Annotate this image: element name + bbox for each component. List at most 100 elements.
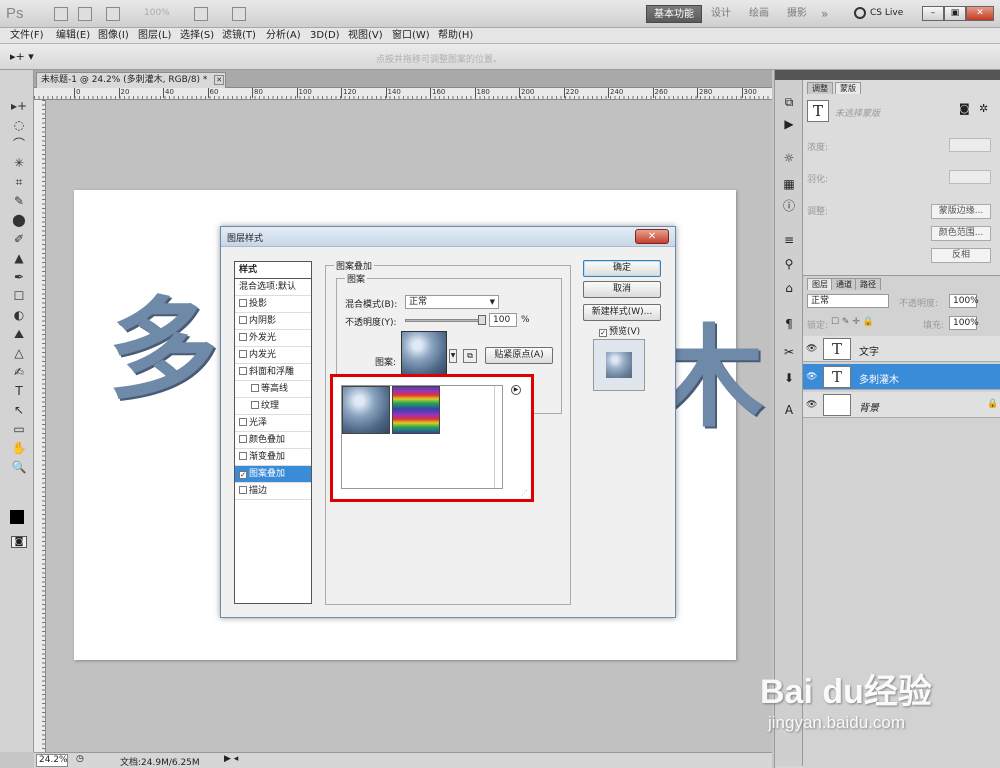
style-item[interactable]: 投影 [235, 296, 311, 313]
visibility-eye-icon[interactable]: 👁 [806, 372, 817, 382]
style-checkbox[interactable] [239, 333, 247, 341]
mask-edge-button[interactable]: 蒙版边缘... [931, 204, 991, 219]
pixel-mask-icon[interactable]: ◙ [959, 102, 970, 115]
style-item[interactable]: 内阴影 [235, 313, 311, 330]
minibridge-icon[interactable] [78, 7, 92, 21]
panel-shortcut-icon[interactable]: ▶ [781, 116, 797, 132]
style-checkbox[interactable] [239, 435, 247, 443]
new-preset-icon[interactable]: ⧉ [463, 349, 477, 363]
blend-mode-select[interactable]: 正常 ▼ [405, 295, 499, 309]
menu-analysis[interactable]: 分析(A) [266, 29, 301, 43]
feather-field[interactable] [949, 170, 991, 184]
minimize-button[interactable]: – [922, 6, 944, 21]
snap-to-origin-button[interactable]: 贴紧原点(A) [485, 347, 553, 364]
style-checkbox[interactable]: ✓ [239, 471, 247, 479]
preview-checkbox-box[interactable]: ✓ [599, 329, 607, 337]
ok-button[interactable]: 确定 [583, 260, 661, 277]
move-tool-icon[interactable]: ▸+ [11, 98, 27, 114]
opacity-field[interactable]: 100 [489, 313, 517, 327]
arrange-documents-icon[interactable] [194, 7, 208, 21]
hand-tool-icon[interactable]: ✋ [11, 440, 27, 456]
new-style-button[interactable]: 新建样式(W)... [583, 304, 661, 321]
cs-live-menu[interactable]: CS Live [870, 8, 903, 18]
style-checkbox[interactable] [251, 384, 259, 392]
pattern-dropdown-arrow-icon[interactable]: ▼ [449, 349, 457, 363]
extras-icon[interactable] [106, 7, 120, 21]
style-checkbox[interactable] [239, 299, 247, 307]
style-checkbox[interactable] [239, 367, 247, 375]
workspace-painting[interactable]: 绘画 [742, 5, 776, 23]
bridge-icon[interactable] [54, 7, 68, 21]
color-range-button[interactable]: 颜色范围... [931, 226, 991, 241]
opacity-slider-track[interactable] [405, 315, 486, 325]
panel-shortcut-icon[interactable]: ¶ [781, 316, 797, 332]
move-tool-preset-icon[interactable]: ▸+ ▾ [10, 50, 34, 63]
blur-tool-icon[interactable]: ⛰ [11, 326, 27, 342]
close-window-button[interactable]: ✕ [966, 6, 994, 21]
dialog-titlebar[interactable]: 图层样式 ✕ [221, 227, 675, 247]
panel-shortcut-icon[interactable]: ⓘ [781, 198, 797, 214]
brush-tool-icon[interactable]: ✐ [11, 231, 27, 247]
style-item[interactable]: 渐变叠加 [235, 449, 311, 466]
foreground-color-swatch[interactable] [10, 510, 24, 524]
vector-mask-icon[interactable]: ✲ [979, 102, 988, 115]
document-tab[interactable]: 未标题-1 @ 24.2% (多刺灌木, RGB/8) * ✕ [36, 72, 226, 88]
style-checkbox[interactable] [239, 452, 247, 460]
style-item[interactable]: 内发光 [235, 347, 311, 364]
layer-row[interactable]: 👁 背景 🔒 [803, 392, 1000, 418]
panel-shortcut-icon[interactable]: ▦ [781, 176, 797, 192]
tab-masks[interactable]: 蒙版 [835, 82, 861, 94]
quick-mask-icon[interactable]: ◙ [11, 536, 27, 548]
lock-icons[interactable]: ☐ ✎ ✛ 🔒 [831, 317, 874, 327]
close-tab-icon[interactable]: ✕ [214, 75, 225, 85]
style-checkbox[interactable] [239, 350, 247, 358]
eraser-tool-icon[interactable]: ☐ [11, 288, 27, 304]
tab-layers[interactable]: 图层 [807, 278, 833, 290]
tab-adjustments[interactable]: 调整 [807, 82, 833, 94]
menu-select[interactable]: 选择(S) [180, 29, 214, 43]
style-item[interactable]: 颜色叠加 [235, 432, 311, 449]
layer-blend-mode-select[interactable]: 正常 [807, 294, 889, 308]
quick-select-tool-icon[interactable]: ✳ [11, 155, 27, 171]
restore-button[interactable]: ▣ [944, 6, 966, 21]
panel-shortcut-icon[interactable]: A [781, 402, 797, 418]
stamp-tool-icon[interactable]: ▲ [11, 250, 27, 266]
style-checkbox[interactable] [251, 401, 259, 409]
panel-shortcut-icon[interactable]: ⬇ [781, 370, 797, 386]
lasso-tool-icon[interactable]: ⌒ [11, 136, 27, 152]
visibility-eye-icon[interactable]: 👁 [806, 344, 817, 354]
style-item[interactable]: 外发光 [235, 330, 311, 347]
style-item[interactable]: 等高线 [235, 381, 311, 398]
cancel-button[interactable]: 取消 [583, 281, 661, 298]
layer-row[interactable]: 👁 T 文字 [803, 336, 1000, 362]
workspace-design[interactable]: 设计 [704, 5, 738, 23]
preview-checkbox[interactable]: ✓ 预览(V) [599, 324, 640, 337]
style-checkbox[interactable] [239, 418, 247, 426]
blending-options-item[interactable]: 混合选项:默认 [235, 279, 311, 296]
style-item[interactable]: 光泽 [235, 415, 311, 432]
dialog-close-button[interactable]: ✕ [635, 229, 669, 244]
pattern-swatch-rainbow[interactable] [392, 386, 440, 434]
history-brush-tool-icon[interactable]: ✒ [11, 269, 27, 285]
tab-channels[interactable]: 通道 [831, 278, 857, 290]
eyedropper-tool-icon[interactable]: ✎ [11, 193, 27, 209]
zoom-level-select[interactable]: 100% [144, 8, 170, 18]
invert-button[interactable]: 反相 [931, 248, 991, 263]
path-select-tool-icon[interactable]: ↖ [11, 402, 27, 418]
pen-tool-icon[interactable]: ✍ [11, 364, 27, 380]
menu-view[interactable]: 视图(V) [348, 29, 383, 43]
menu-filter[interactable]: 滤镜(T) [222, 29, 256, 43]
panel-shortcut-icon[interactable]: ⚲ [781, 256, 797, 272]
menu-file[interactable]: 文件(F) [10, 29, 44, 43]
pattern-swatch-bubbles[interactable] [342, 386, 390, 434]
fill-field[interactable]: 100% [949, 316, 979, 330]
zoom-tool-icon[interactable]: 🔍 [11, 459, 27, 475]
status-menu-arrow-icon[interactable]: ▶ ◂ [224, 754, 238, 764]
layer-opacity-field[interactable]: 100% [949, 294, 979, 308]
style-item[interactable]: 斜面和浮雕 [235, 364, 311, 381]
workspace-essentials[interactable]: 基本功能 [646, 5, 702, 23]
menu-window[interactable]: 窗口(W) [392, 29, 430, 43]
menu-edit[interactable]: 编辑(E) [56, 29, 90, 43]
crop-tool-icon[interactable]: ⌗ [11, 174, 27, 190]
layer-row[interactable]: 👁 T 多刺灌木 [803, 364, 1000, 390]
